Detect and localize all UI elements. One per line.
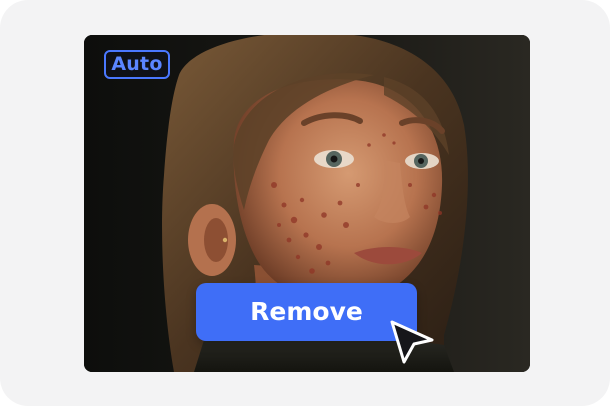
pointer-arrow-icon [390, 320, 434, 364]
remove-button[interactable]: Remove [196, 283, 417, 341]
feature-card: Auto Remove [0, 0, 610, 406]
auto-mode-badge[interactable]: Auto [104, 50, 170, 79]
